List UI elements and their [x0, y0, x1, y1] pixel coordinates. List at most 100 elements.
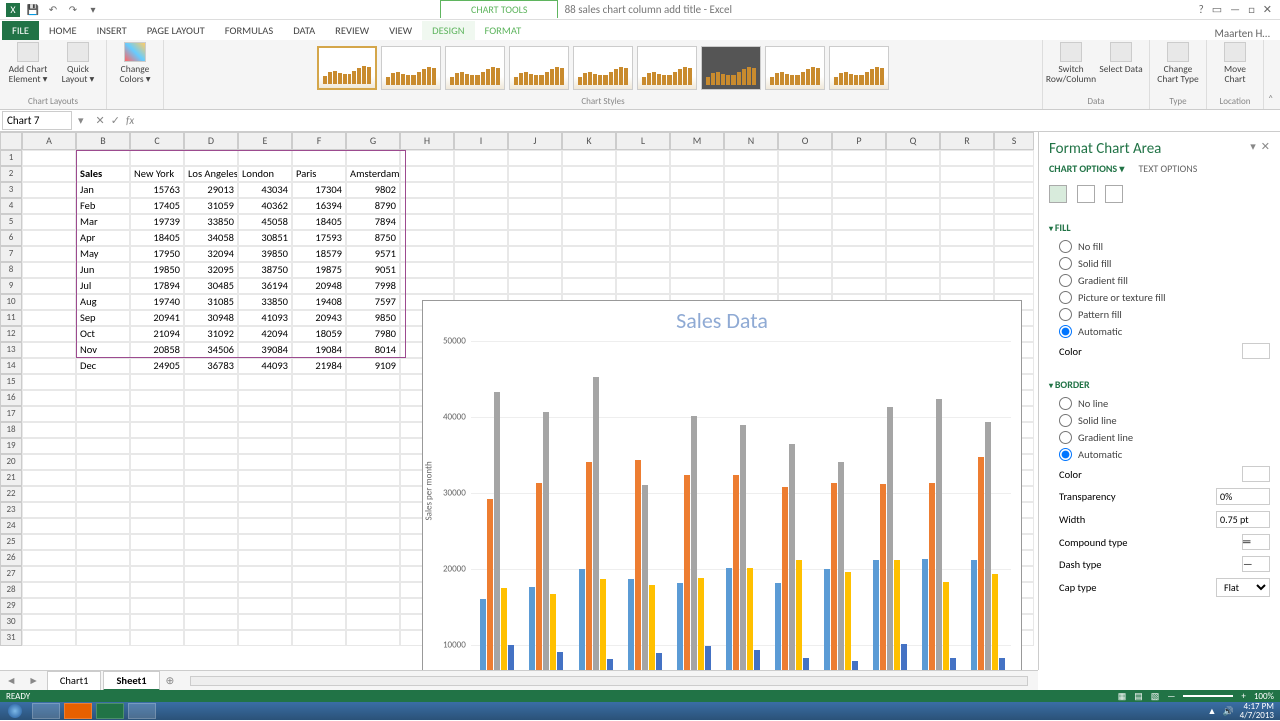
- cell[interactable]: [22, 598, 76, 614]
- select-data-button[interactable]: Select Data: [1099, 42, 1143, 74]
- bar[interactable]: [887, 407, 893, 670]
- chart-title[interactable]: Sales Data: [423, 301, 1021, 340]
- col-header-A[interactable]: A: [22, 132, 76, 150]
- bar[interactable]: [480, 599, 486, 670]
- cell[interactable]: [670, 262, 724, 278]
- maximize-icon[interactable]: □: [1248, 3, 1255, 16]
- name-box[interactable]: [2, 111, 72, 130]
- cell[interactable]: [292, 454, 346, 470]
- zoom-level[interactable]: 100%: [1254, 691, 1274, 702]
- cell[interactable]: [184, 374, 238, 390]
- cell[interactable]: 33850: [238, 294, 292, 310]
- bar[interactable]: [579, 569, 585, 670]
- cell[interactable]: [724, 198, 778, 214]
- cell[interactable]: [238, 438, 292, 454]
- transparency-input[interactable]: [1216, 488, 1270, 505]
- cell[interactable]: [994, 246, 1034, 262]
- row-header[interactable]: 16: [0, 390, 22, 406]
- cell[interactable]: [994, 214, 1034, 230]
- close-icon[interactable]: ✕: [1263, 3, 1272, 16]
- cell[interactable]: 20943: [292, 310, 346, 326]
- row-header[interactable]: 31: [0, 630, 22, 646]
- cell[interactable]: New York: [130, 166, 184, 182]
- cell[interactable]: [130, 422, 184, 438]
- cell[interactable]: [886, 198, 940, 214]
- cell[interactable]: 9571: [346, 246, 400, 262]
- bar[interactable]: [796, 560, 802, 670]
- cell[interactable]: [76, 390, 130, 406]
- cell[interactable]: [940, 166, 994, 182]
- row-header[interactable]: 17: [0, 406, 22, 422]
- cell[interactable]: [184, 598, 238, 614]
- bar[interactable]: [705, 646, 711, 670]
- cell[interactable]: [130, 502, 184, 518]
- bar[interactable]: [593, 377, 599, 670]
- cell[interactable]: [508, 182, 562, 198]
- col-header-O[interactable]: O: [778, 132, 832, 150]
- cell[interactable]: 24905: [130, 358, 184, 374]
- cell[interactable]: [292, 566, 346, 582]
- formula-input[interactable]: [146, 110, 1280, 131]
- col-header-C[interactable]: C: [130, 132, 184, 150]
- cell[interactable]: [22, 502, 76, 518]
- cell[interactable]: [22, 406, 76, 422]
- bar[interactable]: [508, 645, 514, 670]
- bar[interactable]: [691, 416, 697, 670]
- chart-style-3[interactable]: [445, 46, 505, 90]
- cell[interactable]: [346, 566, 400, 582]
- chart-style-6[interactable]: [637, 46, 697, 90]
- help-icon[interactable]: ?: [1199, 3, 1204, 16]
- fill-option[interactable]: Automatic: [1049, 323, 1270, 340]
- cell[interactable]: [22, 486, 76, 502]
- bar[interactable]: [733, 475, 739, 670]
- cell[interactable]: 9802: [346, 182, 400, 198]
- cell[interactable]: Jan: [76, 182, 130, 198]
- cell[interactable]: [22, 182, 76, 198]
- cell[interactable]: [130, 390, 184, 406]
- cell[interactable]: [400, 278, 454, 294]
- cell[interactable]: [130, 614, 184, 630]
- cell[interactable]: [454, 150, 508, 166]
- cell[interactable]: 19740: [130, 294, 184, 310]
- cell[interactable]: [184, 406, 238, 422]
- cell[interactable]: [346, 598, 400, 614]
- cell[interactable]: [292, 630, 346, 646]
- bar[interactable]: [831, 483, 837, 670]
- bar[interactable]: [529, 587, 535, 670]
- cell[interactable]: [346, 630, 400, 646]
- cell[interactable]: 33850: [184, 214, 238, 230]
- col-header-K[interactable]: K: [562, 132, 616, 150]
- cell[interactable]: 19875: [292, 262, 346, 278]
- cell[interactable]: [346, 502, 400, 518]
- row-header[interactable]: 7: [0, 246, 22, 262]
- cell[interactable]: [400, 198, 454, 214]
- bar[interactable]: [985, 422, 991, 670]
- cell[interactable]: 21094: [130, 326, 184, 342]
- cell[interactable]: [346, 390, 400, 406]
- quick-layout-button[interactable]: Quick Layout ▾: [56, 42, 100, 85]
- cell[interactable]: [292, 150, 346, 166]
- bar[interactable]: [649, 585, 655, 670]
- cell[interactable]: Feb: [76, 198, 130, 214]
- add-chart-element-button[interactable]: Add Chart Element ▾: [6, 42, 50, 85]
- cell[interactable]: [238, 486, 292, 502]
- cell[interactable]: [130, 470, 184, 486]
- cell[interactable]: [886, 214, 940, 230]
- cell[interactable]: [22, 166, 76, 182]
- compound-type-picker[interactable]: ═: [1242, 534, 1270, 550]
- cell[interactable]: Los Angeles: [184, 166, 238, 182]
- row-header[interactable]: 12: [0, 326, 22, 342]
- change-chart-type-button[interactable]: Change Chart Type: [1156, 42, 1200, 85]
- cell[interactable]: [184, 566, 238, 582]
- chart-object[interactable]: Sales Data Sales per month 0100002000030…: [422, 300, 1022, 670]
- cell[interactable]: [292, 390, 346, 406]
- bar[interactable]: [628, 579, 634, 670]
- cell[interactable]: [238, 406, 292, 422]
- bar-group[interactable]: [579, 377, 613, 670]
- cell[interactable]: 31085: [184, 294, 238, 310]
- cell[interactable]: 18405: [292, 214, 346, 230]
- cell[interactable]: Jul: [76, 278, 130, 294]
- chart-style-1[interactable]: [317, 46, 377, 90]
- cell[interactable]: [940, 214, 994, 230]
- row-header[interactable]: 13: [0, 342, 22, 358]
